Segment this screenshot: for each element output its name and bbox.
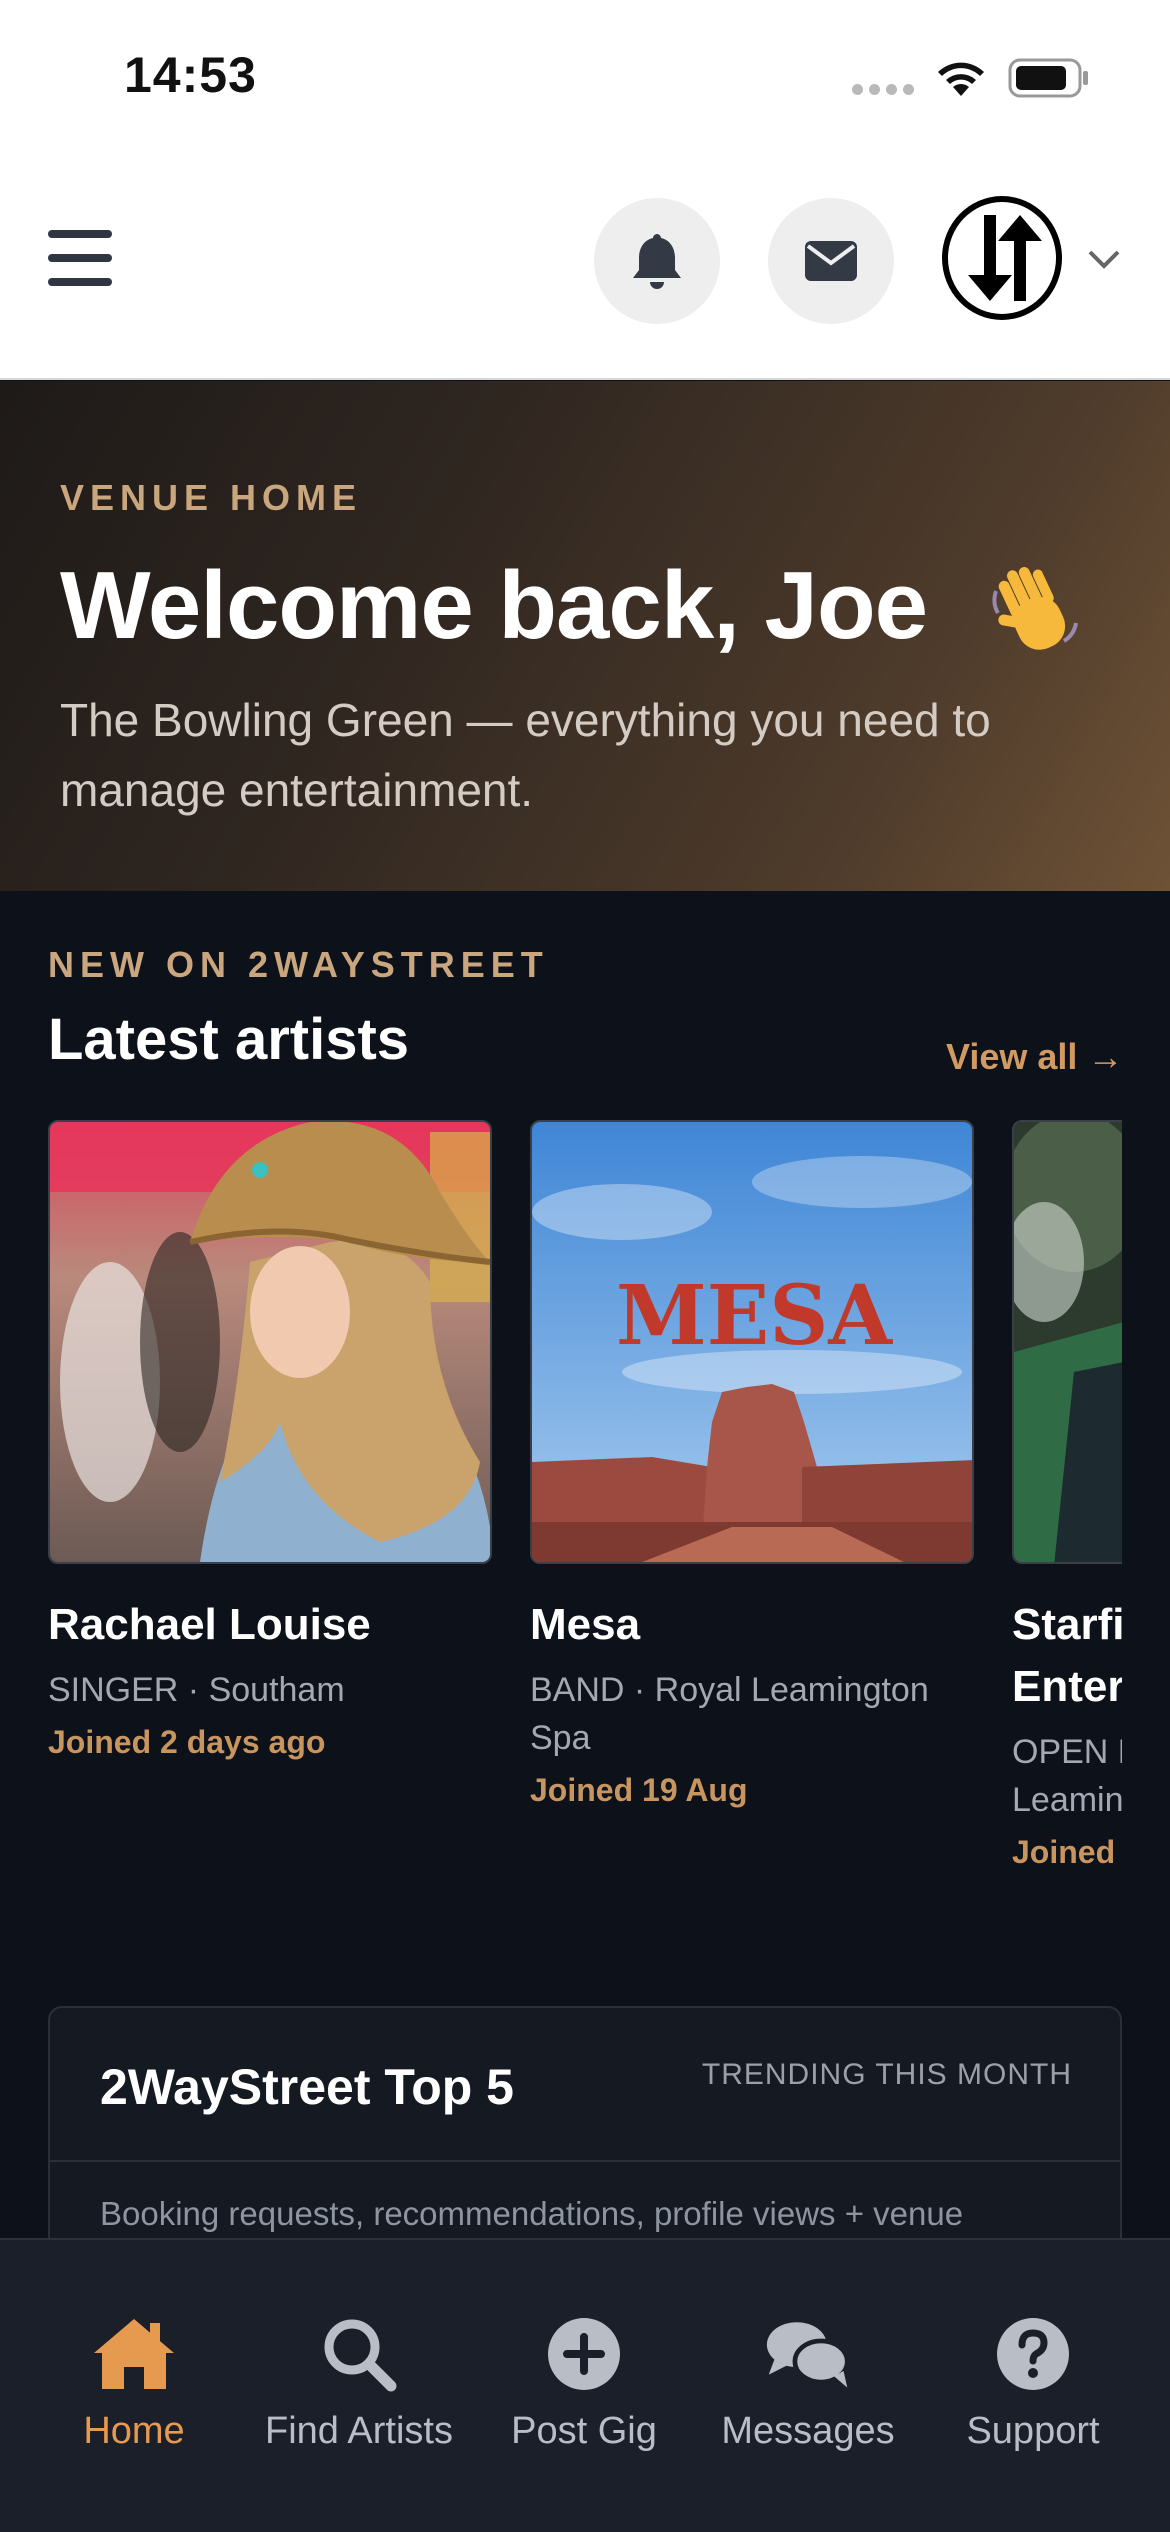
artist-joined: Joined 2 days ago <box>48 1724 326 1760</box>
waving-hand-icon <box>992 567 1078 650</box>
artist-photo: MESA <box>530 1120 974 1564</box>
tab-post-gig[interactable]: Post Gig <box>484 2314 684 2453</box>
wifi-icon <box>938 62 984 96</box>
notifications-button[interactable] <box>594 198 720 324</box>
menu-icon[interactable] <box>48 230 112 286</box>
section-title: Latest artists <box>48 1007 410 1072</box>
hero-eyebrow: VENUE HOME <box>60 477 363 518</box>
tab-label: Support <box>966 2410 1100 2452</box>
tab-label: Find Artists <box>265 2410 453 2452</box>
cellular-signal-icon <box>852 84 914 95</box>
status-time: 14:53 <box>124 47 257 103</box>
bell-icon <box>633 234 681 289</box>
tab-support[interactable]: Support <box>933 2314 1133 2453</box>
artist-joined: Joined 19 Aug <box>530 1772 748 1808</box>
mesa-logo-text: MESA <box>616 1268 893 1364</box>
artist-name: Rachael Louise <box>48 1600 371 1649</box>
artist-card[interactable]: Rachael Louise SINGER · Southam Joined 2… <box>48 1120 492 1761</box>
messages-button[interactable] <box>768 198 894 324</box>
tab-label: Messages <box>721 2410 895 2452</box>
search-icon <box>324 2319 397 2392</box>
artist-meta: SINGER · Southam <box>48 1671 345 1709</box>
artist-meta: BAND · Royal Leamington Spa <box>530 1671 929 1757</box>
view-all-link[interactable]: View all → <box>946 1036 1123 1078</box>
welcome-hero: VENUE HOME Welcome back, Joe The Bowling… <box>0 381 1170 891</box>
home-icon <box>94 2319 174 2389</box>
account-avatar[interactable] <box>942 196 1062 320</box>
divider <box>50 2160 1120 2162</box>
status-bar: 14:53 <box>0 0 1170 150</box>
tab-find-artists[interactable]: Find Artists <box>259 2314 459 2453</box>
top5-title: 2WayStreet Top 5 <box>100 2059 514 2115</box>
artist-name: Mesa <box>530 1600 641 1649</box>
tab-label: Post Gig <box>511 2410 657 2452</box>
chevron-down-icon[interactable] <box>1086 246 1122 274</box>
artist-photo <box>48 1120 492 1564</box>
app-screen: 14:53 VENUE HOME Welcome back, Joe The B… <box>0 0 1170 2532</box>
artist-photo <box>1012 1120 1122 1564</box>
artist-card-clipped-container: StarfiEnter OPEN NLeamin Joined 8 <box>1012 1120 1122 1880</box>
tab-home[interactable]: Home <box>34 2314 234 2453</box>
question-circle-icon <box>997 2318 1069 2390</box>
top5-tag: TRENDING THIS MONTH <box>701 2058 1072 2091</box>
plus-circle-icon <box>548 2318 620 2390</box>
tab-label: Home <box>83 2410 185 2452</box>
bottom-navigation: Home Find Artists Post Gig Messages Supp… <box>0 2238 1170 2532</box>
artist-joined: Joined 8 <box>1012 1834 1122 1870</box>
artist-meta: OPEN NLeamin <box>1012 1733 1122 1819</box>
hero-title: Welcome back, Joe <box>60 552 928 659</box>
artist-card[interactable]: MESA Mesa BAND · Royal Leamington Spa Jo… <box>530 1120 974 1809</box>
hero-subtitle: The Bowling Green — everything you need … <box>60 694 991 816</box>
artist-name: Starfi Enter <box>1012 1600 1122 1711</box>
battery-icon <box>1008 58 1088 98</box>
top5-subtitle: Booking requests, recommendations, profi… <box>100 2195 964 2232</box>
chat-bubbles-icon <box>766 2322 850 2388</box>
top-navigation <box>0 150 1170 380</box>
section-eyebrow: NEW ON 2WAYSTREET <box>48 944 549 985</box>
artist-card[interactable]: StarfiEnter OPEN NLeamin Joined 8 <box>1012 1120 1122 1871</box>
two-way-arrows-icon <box>968 215 1042 301</box>
tab-messages[interactable]: Messages <box>708 2314 908 2453</box>
mail-icon <box>805 241 857 281</box>
